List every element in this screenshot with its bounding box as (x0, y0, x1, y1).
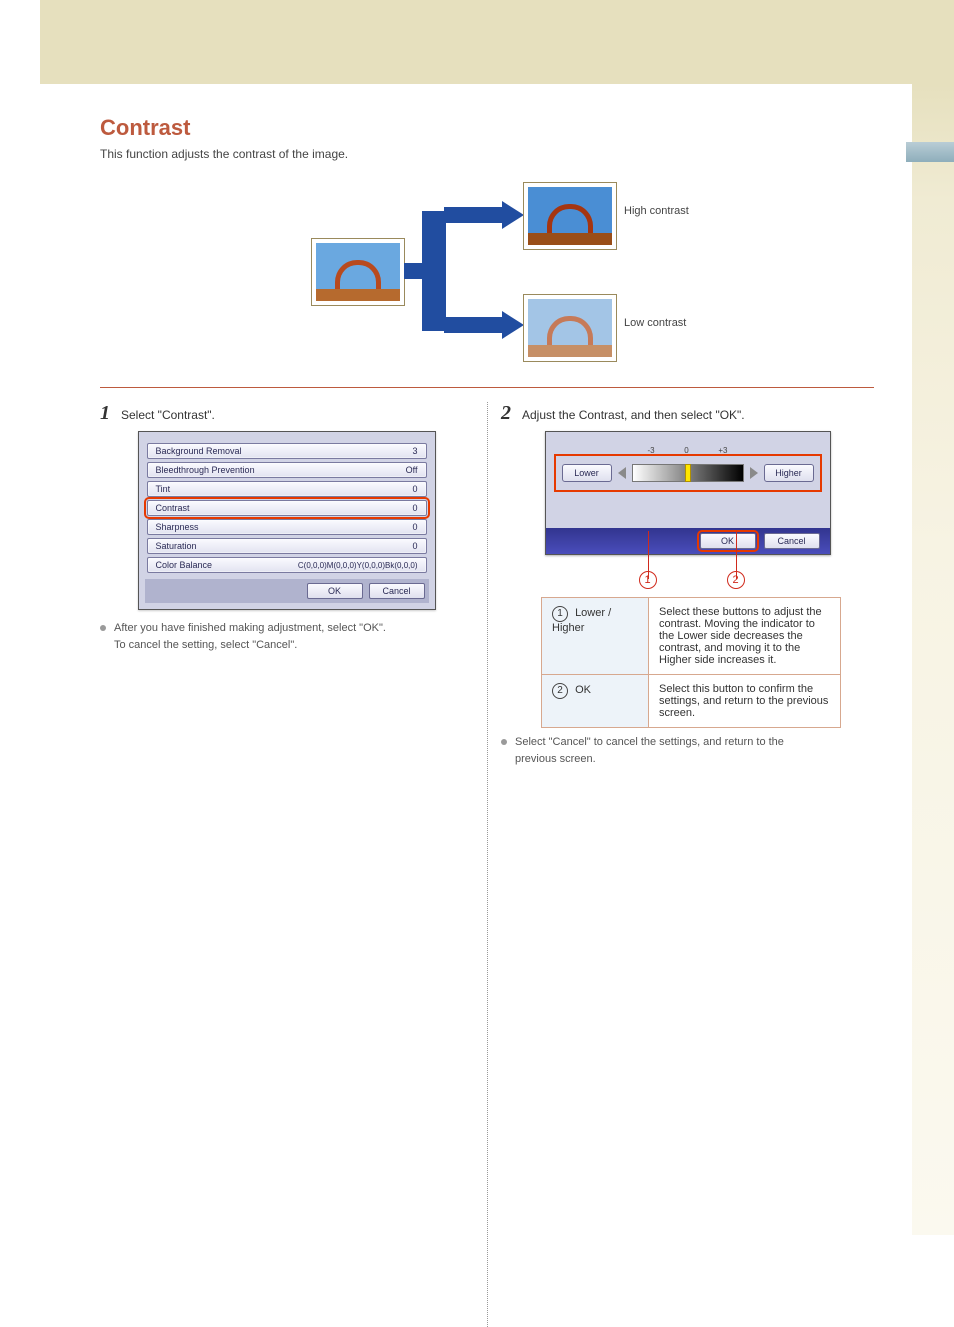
cancel-button[interactable]: Cancel (764, 533, 820, 549)
diagram-high-contrast-image (524, 183, 616, 249)
step-1-note: After you have finished making adjustmen… (100, 620, 473, 637)
chevron-left-icon (618, 467, 626, 479)
diagram-arrow-bottom-head (502, 311, 524, 339)
screenshot-image-menu: Background Removal 3 Bleedthrough Preven… (138, 431, 436, 610)
step-1: 1 Select "Contrast". Background Removal … (100, 402, 473, 767)
page-title: Contrast (100, 115, 874, 141)
table-value: Select this button to confirm the settin… (649, 675, 841, 728)
table-row: 2 OK Select this button to confirm the s… (542, 675, 841, 728)
step-1-note-sub: To cancel the setting, select "Cancel". (100, 637, 473, 654)
menu-row-saturation[interactable]: Saturation 0 (147, 538, 427, 554)
menu-row-sharpness[interactable]: Sharpness 0 (147, 519, 427, 535)
screenshot-footer: OK Cancel (546, 528, 830, 554)
table-key: 1 Lower / Higher (542, 598, 649, 675)
intro-text: This function adjusts the contrast of th… (100, 147, 874, 161)
menu-value: 0 (412, 541, 417, 551)
step-2-note: Select "Cancel" to cancel the settings, … (501, 734, 874, 751)
slider-marker[interactable] (685, 464, 691, 482)
step-1-number: 1 Select "Contrast". (100, 402, 473, 425)
table-key: 2 OK (542, 675, 649, 728)
diagram-low-contrast-image (524, 295, 616, 361)
menu-label: Color Balance (156, 560, 213, 570)
menu-row-color-balance[interactable]: Color Balance C(0,0,0)M(0,0,0)Y(0,0,0)Bk… (147, 557, 427, 573)
menu-value: 3 (412, 446, 417, 456)
menu-row-contrast[interactable]: Contrast 0 (147, 500, 427, 516)
diagram-source-image (312, 239, 404, 305)
menu-row-background-removal[interactable]: Background Removal 3 (147, 443, 427, 459)
menu-value: 0 (412, 503, 417, 513)
table-key-name: OK (575, 684, 591, 696)
step-1-text: Select "Contrast". (121, 408, 215, 422)
caption-high: High contrast (624, 205, 689, 217)
column-divider (487, 402, 488, 1327)
higher-button[interactable]: Higher (764, 464, 814, 482)
screenshot-contrast-slider: -3 0 +3 Lower Higher OK (545, 431, 831, 555)
separator (100, 387, 874, 388)
description-table: 1 Lower / Higher Select these buttons to… (541, 597, 841, 728)
menu-row-tint[interactable]: Tint 0 (147, 481, 427, 497)
contrast-slider-area: -3 0 +3 Lower Higher (554, 454, 822, 492)
tick-neg: -3 (648, 446, 655, 455)
menu-row-bleedthrough[interactable]: Bleedthrough Prevention Off (147, 462, 427, 478)
menu-value: Off (406, 465, 418, 475)
contrast-gradient-bar[interactable] (632, 464, 744, 482)
callouts: 1 2 (546, 561, 830, 589)
step-1-num-value: 1 (100, 402, 110, 424)
step-2: 2 Adjust the Contrast, and then select "… (501, 402, 874, 767)
step-2-number: 2 Adjust the Contrast, and then select "… (501, 402, 874, 425)
menu-value: 0 (412, 522, 417, 532)
contrast-diagram: High contrast Low contrast (100, 177, 874, 367)
menu-label: Sharpness (156, 522, 199, 532)
caption-low: Low contrast (624, 317, 686, 329)
menu-label: Tint (156, 484, 171, 494)
content: Contrast This function adjusts the contr… (0, 0, 954, 807)
menu-label: Bleedthrough Prevention (156, 465, 255, 475)
menu-label: Saturation (156, 541, 197, 551)
menu-label: Contrast (156, 503, 190, 513)
ok-button[interactable]: OK (700, 533, 756, 549)
table-value: Select these buttons to adjust the contr… (649, 598, 841, 675)
callout-number-2: 2 (727, 571, 745, 589)
diagram-arrow-bottom-stem (444, 317, 504, 333)
menu-value: C(0,0,0)M(0,0,0)Y(0,0,0)Bk(0,0,0) (298, 561, 418, 570)
tick-zero: 0 (684, 446, 688, 455)
slider-ticks: -3 0 +3 (648, 446, 728, 455)
ok-button[interactable]: OK (307, 583, 363, 599)
lower-button[interactable]: Lower (562, 464, 612, 482)
circle-number-icon: 2 (552, 683, 568, 699)
side-tab (906, 142, 954, 162)
diagram-arrow-trunk (422, 211, 446, 331)
step-2-text: Adjust the Contrast, and then select "OK… (522, 408, 745, 422)
diagram-arrow-top-stem (444, 207, 504, 223)
chevron-right-icon (750, 467, 758, 479)
callout-number-1: 1 (639, 571, 657, 589)
step-2-num-value: 2 (501, 402, 511, 424)
step-2-note-sub: previous screen. (501, 751, 874, 768)
tick-pos: +3 (718, 446, 727, 455)
table-row: 1 Lower / Higher Select these buttons to… (542, 598, 841, 675)
cancel-button[interactable]: Cancel (369, 583, 425, 599)
menu-label: Background Removal (156, 446, 242, 456)
circle-number-icon: 1 (552, 606, 568, 622)
diagram-arrow-top-head (502, 201, 524, 229)
screenshot-footer: OK Cancel (145, 579, 429, 603)
menu-value: 0 (412, 484, 417, 494)
